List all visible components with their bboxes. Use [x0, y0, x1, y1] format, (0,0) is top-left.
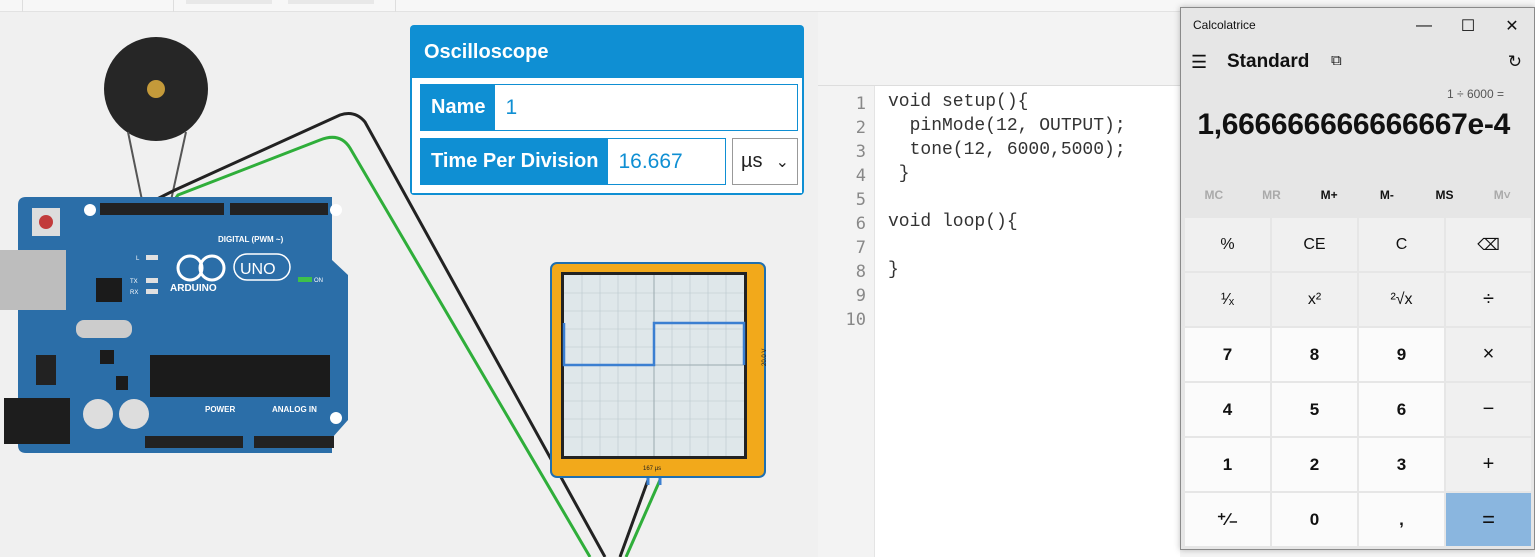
decimal-separator-key[interactable]: ,	[1359, 493, 1444, 546]
on-label: ON	[314, 278, 323, 284]
line-number: 2	[855, 118, 866, 138]
subtract-key[interactable]: −	[1446, 383, 1531, 436]
line-number: 6	[855, 214, 866, 234]
history-icon[interactable]: ↻	[1508, 52, 1522, 72]
minimize-button[interactable]: —	[1402, 12, 1446, 40]
result-display: 1,666666666666667e-4	[1197, 108, 1510, 141]
line-number: 9	[855, 286, 866, 306]
digital-label: DIGITAL (PWM ~)	[218, 235, 284, 244]
clear-entry-key[interactable]: CE	[1272, 218, 1357, 271]
close-button[interactable]: ✕	[1490, 12, 1534, 40]
tx-label: TX	[130, 279, 138, 285]
memory-list-button[interactable]: M˅	[1473, 188, 1531, 210]
multiply-key[interactable]: ×	[1446, 328, 1531, 381]
keep-on-top-icon[interactable]: ⧉	[1331, 52, 1342, 69]
code-line: pinMode(12, OUTPUT);	[888, 116, 1126, 136]
digit-2-key[interactable]: 2	[1272, 438, 1357, 491]
square-key[interactable]: x²	[1272, 273, 1357, 326]
menu-icon[interactable]: ☰	[1191, 52, 1213, 74]
memory-subtract-button[interactable]: M-	[1358, 188, 1416, 210]
digit-0-key[interactable]: 0	[1272, 493, 1357, 546]
board-model: UNO	[240, 261, 276, 278]
window-title: Calcolatrice	[1193, 18, 1256, 32]
expression-display: 1 ÷ 6000 =	[1447, 87, 1504, 101]
circuit-canvas[interactable]: ARDUINO UNO DIGITAL (PWM ~) POWER ANALOG…	[0, 12, 818, 557]
scope-time-label: 167 µs	[643, 466, 661, 472]
memory-add-button[interactable]: M+	[1300, 188, 1358, 210]
add-key[interactable]: +	[1446, 438, 1531, 491]
percent-key[interactable]: %	[1185, 218, 1270, 271]
keypad: % CE C ⌫ ¹⁄ₓ x² ²√x ÷ 7 8 9 × 4 5 6 − 1 …	[1185, 218, 1531, 546]
line-number: 8	[855, 262, 866, 282]
piezo-buzzer[interactable]	[104, 37, 208, 206]
power-label: POWER	[205, 405, 235, 414]
time-per-division-label: Time Per Division	[421, 139, 609, 184]
line-number: 3	[855, 142, 866, 162]
rx-label: RX	[130, 290, 138, 296]
line-number: 5	[855, 190, 866, 210]
line-number-gutter: 1 2 3 4 5 6 7 8 9 10	[818, 85, 874, 557]
code-line: }	[888, 260, 899, 280]
code-line: }	[888, 164, 910, 184]
digit-1-key[interactable]: 1	[1185, 438, 1270, 491]
oscilloscope-properties-panel: Oscilloscope Name 1 Time Per Division 16…	[410, 25, 804, 195]
arduino-board[interactable]: ARDUINO UNO DIGITAL (PWM ~) POWER ANALOG…	[0, 197, 348, 453]
digit-4-key[interactable]: 4	[1185, 383, 1270, 436]
memory-store-button[interactable]: MS	[1416, 188, 1474, 210]
name-field-row[interactable]: Name 1	[420, 84, 798, 131]
line-number: 7	[855, 238, 866, 258]
memory-recall-button[interactable]: MR	[1243, 188, 1301, 210]
clear-key[interactable]: C	[1359, 218, 1444, 271]
toolbar-button[interactable]	[186, 0, 272, 4]
panel-title: Oscilloscope	[424, 41, 549, 63]
line-number: 1	[855, 94, 866, 114]
negate-key[interactable]: ⁺∕₋	[1185, 493, 1270, 546]
name-input[interactable]: 1	[495, 85, 527, 130]
board-brand: ARDUINO	[170, 283, 217, 294]
digit-9-key[interactable]: 9	[1359, 328, 1444, 381]
maximize-button[interactable]: ☐	[1446, 12, 1490, 40]
square-root-key[interactable]: ²√x	[1359, 273, 1444, 326]
calculator-window: Calcolatrice — ☐ ✕ ☰ Standard ⧉ ↻ 1 ÷ 60…	[1180, 7, 1535, 550]
digit-8-key[interactable]: 8	[1272, 328, 1357, 381]
code-line: void setup(){	[888, 92, 1029, 112]
line-number: 4	[855, 166, 866, 186]
panel-body: Name 1 Time Per Division 16.667 µs ⌄	[412, 78, 802, 193]
code-editor: 1 2 3 4 5 6 7 8 9 10 void setup(){ pinMo…	[818, 12, 1180, 557]
oscilloscope-device[interactable]: 20.0 V 167 µs	[550, 262, 768, 478]
divide-key[interactable]: ÷	[1446, 273, 1531, 326]
toolbar-button[interactable]	[288, 0, 374, 4]
time-unit-value: µs	[741, 150, 763, 172]
code-text-area[interactable]: void setup(){ pinMode(12, OUTPUT); tone(…	[874, 85, 1180, 557]
line-number: 10	[845, 310, 866, 330]
backspace-key[interactable]: ⌫	[1446, 218, 1531, 271]
calculator-mode: Standard	[1227, 51, 1310, 72]
time-per-division-row[interactable]: Time Per Division 16.667	[420, 138, 726, 185]
name-label: Name	[421, 85, 496, 130]
scope-volt-label: 20.0 V	[762, 349, 768, 366]
reciprocal-key[interactable]: ¹⁄ₓ	[1185, 273, 1270, 326]
digit-6-key[interactable]: 6	[1359, 383, 1444, 436]
analog-label: ANALOG IN	[272, 405, 317, 414]
code-line: tone(12, 6000,5000);	[888, 140, 1126, 160]
code-line: void loop(){	[888, 212, 1018, 232]
digit-3-key[interactable]: 3	[1359, 438, 1444, 491]
chevron-down-icon: ⌄	[775, 153, 789, 171]
digit-7-key[interactable]: 7	[1185, 328, 1270, 381]
digit-5-key[interactable]: 5	[1272, 383, 1357, 436]
memory-clear-button[interactable]: MC	[1185, 188, 1243, 210]
memory-row: MC MR M+ M- MS M˅	[1185, 188, 1531, 210]
time-unit-select[interactable]: µs ⌄	[732, 138, 798, 185]
equals-key[interactable]: =	[1446, 493, 1531, 546]
time-per-division-input[interactable]: 16.667	[608, 139, 692, 184]
